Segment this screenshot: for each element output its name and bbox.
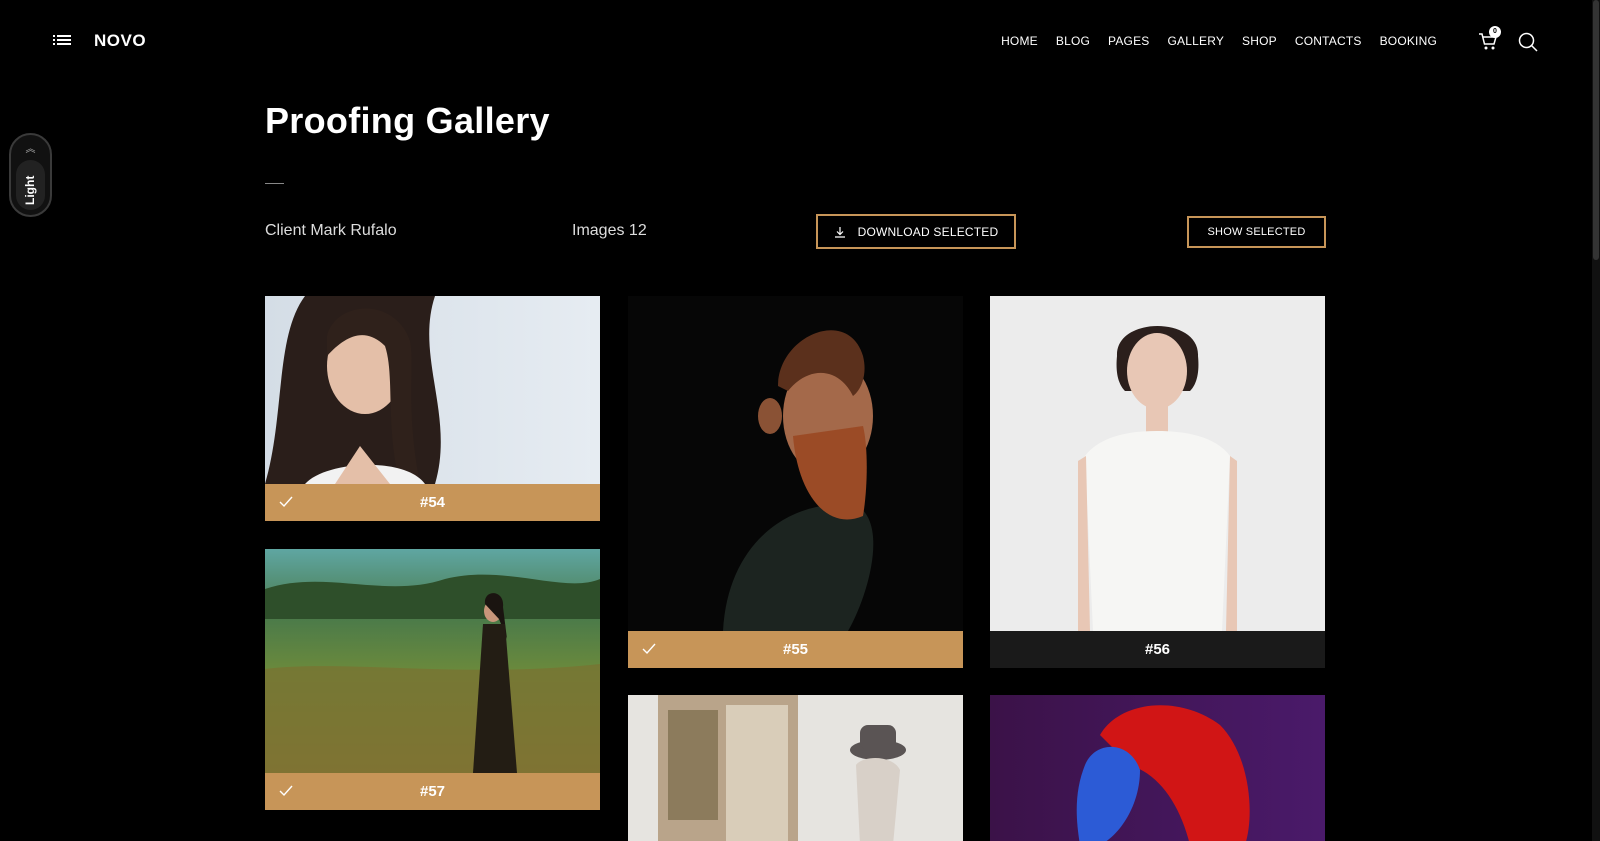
gallery-image[interactable] (265, 549, 600, 773)
gallery-card-58[interactable] (628, 695, 963, 841)
gallery-image[interactable] (990, 695, 1325, 841)
download-selected-label: DOWNLOAD SELECTED (857, 224, 999, 239)
card-label: #56 (1144, 641, 1171, 658)
nav-shop[interactable]: SHOP (1242, 33, 1277, 49)
download-icon (834, 226, 845, 238)
portrait-image (990, 296, 1325, 631)
portrait-image (628, 296, 963, 631)
page-scrollbar[interactable] (1592, 0, 1600, 841)
menu-icon[interactable] (53, 34, 71, 48)
card-caption-bar: #56 (990, 631, 1325, 668)
gallery-card-57[interactable]: #57 (265, 549, 600, 810)
gallery-card-54[interactable]: #54 (265, 296, 600, 521)
page-title: Proofing Gallery (265, 100, 550, 141)
gallery-card-55[interactable]: #55 (628, 296, 963, 668)
nav-blog[interactable]: BLOG (1056, 33, 1090, 49)
gallery-image[interactable] (628, 695, 963, 841)
card-caption-bar: #55 (628, 631, 963, 668)
portrait-image (265, 296, 600, 484)
check-icon[interactable] (278, 783, 294, 799)
card-label: #57 (419, 783, 446, 800)
images-count: Images 12 (572, 222, 647, 239)
scrollbar-thumb[interactable] (1593, 0, 1599, 260)
card-label: #54 (419, 494, 446, 511)
gallery-card-59[interactable] (990, 695, 1325, 841)
download-selected-button[interactable]: DOWNLOAD SELECTED (816, 214, 1016, 249)
site-logo[interactable]: NOVO (94, 31, 146, 51)
card-caption-bar: #57 (265, 773, 600, 810)
landscape-image (265, 549, 600, 773)
nav-pages[interactable]: PAGES (1108, 33, 1149, 49)
gallery-card-56[interactable]: #56 (990, 296, 1325, 668)
check-icon[interactable] (641, 641, 657, 657)
gallery-image[interactable] (990, 296, 1325, 631)
nav-booking[interactable]: BOOKING (1380, 33, 1437, 49)
nav-contacts[interactable]: CONTACTS (1295, 33, 1362, 49)
nav-home[interactable]: HOME (1001, 33, 1038, 49)
title-divider (265, 183, 284, 184)
main-nav: HOME BLOG PAGES GALLERY SHOP CONTACTS BO… (983, 33, 1437, 49)
site-header: NOVO HOME BLOG PAGES GALLERY SHOP CONTAC… (0, 0, 1600, 82)
card-caption-bar: #54 (265, 484, 600, 521)
cart-count-badge: 0 (1489, 26, 1501, 38)
client-name: Client Mark Rufalo (265, 222, 397, 239)
gallery-image[interactable] (628, 296, 963, 631)
photo-image (628, 695, 963, 841)
style-switcher-label: Light (23, 175, 37, 205)
search-icon[interactable] (1517, 31, 1539, 53)
gallery-image[interactable] (265, 296, 600, 484)
show-selected-label: SHOW SELECTED (1207, 226, 1306, 238)
show-selected-button[interactable]: SHOW SELECTED (1187, 216, 1326, 248)
style-switcher[interactable]: ︽ Light (9, 133, 52, 217)
check-icon[interactable] (278, 494, 294, 510)
nav-gallery[interactable]: GALLERY (1157, 33, 1234, 49)
portrait-image (990, 695, 1325, 841)
chevron-up-icon: ︽ (25, 144, 36, 155)
card-label: #55 (782, 641, 809, 658)
